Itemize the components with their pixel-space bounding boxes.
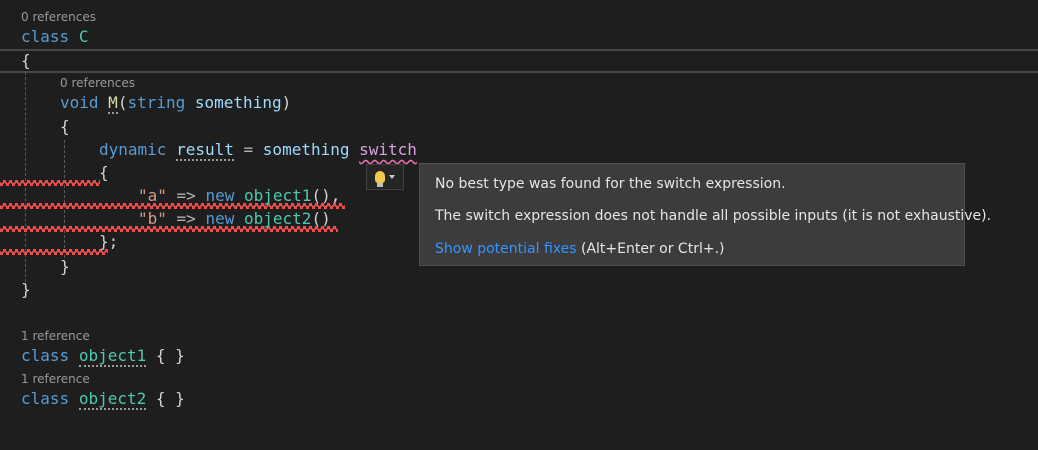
show-potential-fixes-link[interactable]: Show potential fixes bbox=[435, 241, 577, 257]
tooltip-fix-row: Show potential fixes (Alt+Enter or Ctrl+… bbox=[435, 241, 724, 257]
code-line: { bbox=[21, 50, 31, 72]
error-squiggle bbox=[0, 180, 100, 186]
code-line: "a" => new object1(), bbox=[138, 185, 340, 207]
lightbulb-icon bbox=[375, 171, 385, 187]
string-literal: "a" bbox=[138, 186, 167, 205]
paren: ) bbox=[281, 93, 292, 112]
paren: (), bbox=[311, 186, 341, 205]
method-name[interactable]: M bbox=[108, 93, 118, 114]
operator: => bbox=[176, 186, 196, 205]
tooltip-message: The switch expression does not handle al… bbox=[435, 208, 992, 224]
keyword: class bbox=[21, 27, 70, 46]
brace: } bbox=[21, 280, 31, 299]
keyword: new bbox=[205, 209, 235, 228]
keyword: void bbox=[60, 93, 99, 112]
codelens-references[interactable]: 0 references bbox=[21, 9, 96, 25]
keyword: class bbox=[21, 389, 70, 408]
brace: { bbox=[60, 117, 70, 136]
brace: { } bbox=[155, 346, 185, 365]
code-line: } bbox=[60, 256, 70, 278]
keyword: new bbox=[205, 186, 235, 205]
code-line: class object1 { } bbox=[21, 345, 185, 367]
operator: = bbox=[243, 140, 254, 159]
keyword: class bbox=[21, 346, 70, 365]
diagnostic-tooltip: No best type was found for the switch ex… bbox=[419, 163, 991, 266]
code-editor[interactable]: 0 references class C { 0 references void… bbox=[0, 0, 1038, 450]
codelens-references[interactable]: 1 reference bbox=[21, 371, 90, 387]
lightbulb-button[interactable] bbox=[366, 164, 404, 190]
code-line: }; bbox=[99, 231, 118, 253]
codelens-references[interactable]: 1 reference bbox=[21, 328, 90, 344]
keyword: dynamic bbox=[99, 140, 167, 159]
keyword: string bbox=[127, 93, 186, 112]
operator: => bbox=[176, 209, 196, 228]
brace: } bbox=[60, 257, 70, 276]
code-line: void M(string something) bbox=[60, 92, 291, 114]
class-name[interactable]: object2 bbox=[78, 389, 147, 410]
current-line-highlight bbox=[0, 49, 1038, 73]
switch-operand[interactable]: something bbox=[263, 140, 350, 159]
tooltip-message: No best type was found for the switch ex… bbox=[435, 176, 786, 192]
brace: { } bbox=[155, 389, 185, 408]
code-line: { bbox=[60, 116, 70, 138]
indent-guide bbox=[64, 140, 65, 258]
class-name[interactable]: C bbox=[79, 27, 89, 46]
code-line: class object2 { } bbox=[21, 388, 185, 410]
string-literal: "b" bbox=[138, 209, 167, 228]
brace: { bbox=[21, 51, 31, 70]
code-line: dynamic result = something switch bbox=[99, 139, 417, 161]
parameter-name[interactable]: something bbox=[195, 93, 282, 112]
class-name[interactable]: object1 bbox=[78, 346, 147, 367]
paren: () bbox=[311, 209, 331, 228]
codelens-references[interactable]: 0 references bbox=[60, 75, 135, 91]
paren: ( bbox=[117, 93, 128, 112]
type-name[interactable]: object1 bbox=[244, 186, 311, 205]
error-squiggle bbox=[0, 249, 108, 255]
variable-name[interactable]: result bbox=[176, 140, 234, 161]
brace: { bbox=[99, 163, 109, 182]
type-name[interactable]: object2 bbox=[244, 209, 311, 228]
code-line: { bbox=[99, 162, 109, 184]
chevron-down-icon bbox=[389, 175, 395, 179]
shortcut-hint: (Alt+Enter or Ctrl+.) bbox=[580, 241, 725, 257]
code-line: "b" => new object2() bbox=[138, 208, 331, 230]
code-line: } bbox=[21, 279, 31, 301]
code-line: class C bbox=[21, 26, 88, 48]
brace: }; bbox=[99, 232, 119, 251]
switch-keyword[interactable]: switch bbox=[359, 140, 417, 159]
